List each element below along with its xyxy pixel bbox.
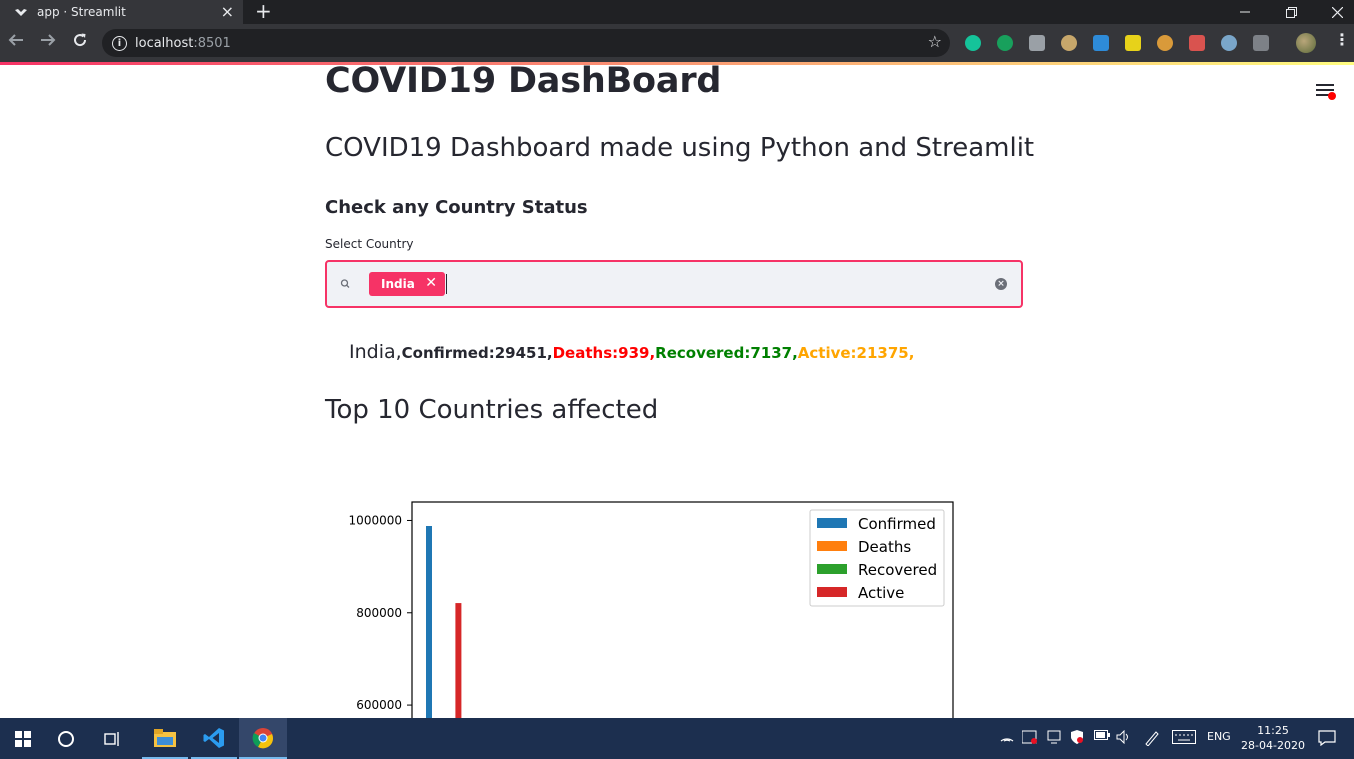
- cookie-extension-icon[interactable]: [1157, 35, 1173, 51]
- deaths-count: Deaths:939,: [552, 344, 656, 362]
- cortana-search-icon[interactable]: [43, 718, 89, 759]
- y-tick-label: 1000000: [349, 513, 402, 527]
- notification-dot: [1328, 92, 1336, 100]
- selected-country-chip[interactable]: India ✕: [369, 272, 445, 296]
- windows-taskbar: ENG 11:25 28-04-2020: [0, 718, 1354, 759]
- extension-icon[interactable]: [1125, 35, 1141, 51]
- browser-tab[interactable]: app · Streamlit ×: [0, 0, 243, 24]
- text-cursor: [446, 274, 447, 294]
- extension-icon[interactable]: [1029, 35, 1045, 51]
- minimize-window-icon[interactable]: [1222, 0, 1268, 24]
- y-tick-label: 600000: [356, 698, 402, 712]
- status-country: India,: [349, 341, 402, 363]
- legend-swatch-confirmed: [817, 518, 847, 528]
- remove-chip-icon[interactable]: ✕: [425, 275, 437, 291]
- legend-label-recovered: Recovered: [858, 561, 937, 579]
- tab-close-icon[interactable]: ×: [221, 2, 234, 21]
- windows-start-icon[interactable]: [0, 718, 46, 759]
- chip-label: India: [381, 277, 415, 291]
- taskbar-clock[interactable]: 11:25 28-04-2020: [1238, 723, 1308, 753]
- browser-menu-icon[interactable]: ⋮: [1334, 30, 1350, 49]
- bar-confirmed: [426, 526, 432, 718]
- select-country-label: Select Country: [325, 237, 414, 251]
- extension-icon[interactable]: [1061, 35, 1077, 51]
- y-tick-label: 800000: [356, 606, 402, 620]
- legend-label-deaths: Deaths: [858, 538, 911, 556]
- new-tab-button[interactable]: +: [255, 0, 272, 23]
- streamlit-app: COVID19 DashBoard COVID19 Dashboard made…: [0, 65, 1354, 718]
- browser-tab-strip: app · Streamlit × +: [0, 0, 1354, 24]
- recovered-count: Recovered:7137,: [655, 344, 798, 362]
- extension-icon[interactable]: [1253, 35, 1269, 51]
- search-icon: [340, 279, 350, 288]
- touch-keyboard-icon[interactable]: [1172, 730, 1196, 747]
- clock-date: 28-04-2020: [1241, 739, 1305, 752]
- device-icon[interactable]: [1047, 730, 1061, 747]
- legend-label-confirmed: Confirmed: [858, 515, 936, 533]
- bookmark-star-icon[interactable]: ☆: [928, 32, 942, 51]
- forward-arrow-icon[interactable]: [37, 32, 59, 53]
- country-status-line: India,Confirmed:29451,Deaths:939,Recover…: [349, 341, 914, 363]
- browser-tab-title: app · Streamlit: [37, 5, 126, 19]
- extension-icon[interactable]: [1221, 35, 1237, 51]
- page-title: COVID19 DashBoard: [325, 65, 722, 101]
- grammarly-extension-icon[interactable]: [965, 35, 981, 51]
- browser-toolbar: i localhost:8501 ☆ ⋮: [0, 24, 1354, 62]
- page-subtitle: COVID19 Dashboard made using Python and …: [325, 133, 1035, 163]
- clock-time: 11:25: [1257, 724, 1289, 737]
- volume-icon[interactable]: [1116, 729, 1132, 747]
- url-port: :8501: [193, 35, 231, 51]
- chrome-icon[interactable]: [239, 718, 287, 759]
- confirmed-count: Confirmed:29451,: [401, 344, 553, 362]
- extension-icon-with-badge[interactable]: [997, 35, 1013, 51]
- restore-window-icon[interactable]: [1268, 0, 1314, 24]
- active-count: Active:21375,: [797, 344, 915, 362]
- extension-icon[interactable]: [1093, 35, 1109, 51]
- task-view-icon[interactable]: [90, 718, 136, 759]
- action-center-icon[interactable]: [1318, 730, 1336, 749]
- profile-avatar[interactable]: [1296, 33, 1316, 53]
- top10-bar-chart: 600000 800000 1000000 Confirmed Deaths Recove…: [349, 501, 954, 718]
- extension-icon[interactable]: [1189, 35, 1205, 51]
- clear-selection-icon[interactable]: ×: [995, 278, 1007, 290]
- top10-header: Top 10 Countries affected: [325, 395, 659, 425]
- url-host: localhost: [135, 35, 194, 51]
- defender-shield-icon[interactable]: [1070, 730, 1084, 747]
- file-explorer-icon[interactable]: [142, 718, 188, 759]
- address-bar[interactable]: i localhost:8501 ☆: [102, 29, 950, 57]
- site-info-icon[interactable]: i: [112, 35, 127, 51]
- legend-swatch-active: [817, 587, 847, 597]
- legend-swatch-recovered: [817, 564, 847, 574]
- battery-icon[interactable]: [1094, 730, 1110, 743]
- close-window-icon[interactable]: [1314, 0, 1354, 24]
- back-arrow-icon[interactable]: [5, 32, 27, 53]
- country-status-subheader: Check any Country Status: [325, 197, 588, 218]
- legend-swatch-deaths: [817, 541, 847, 551]
- bar-active: [455, 603, 462, 718]
- language-indicator[interactable]: ENG: [1207, 730, 1231, 743]
- vscode-icon[interactable]: [191, 718, 237, 759]
- reload-icon[interactable]: [69, 32, 91, 53]
- streamlit-logo-icon: [14, 7, 28, 17]
- legend-label-active: Active: [858, 584, 904, 602]
- hamburger-menu-icon[interactable]: [1316, 84, 1336, 100]
- network-icon[interactable]: [1000, 730, 1014, 745]
- country-multiselect[interactable]: India ✕ ×: [325, 260, 1023, 308]
- pen-workspace-icon[interactable]: [1144, 730, 1160, 749]
- security-alert-icon[interactable]: [1021, 730, 1038, 747]
